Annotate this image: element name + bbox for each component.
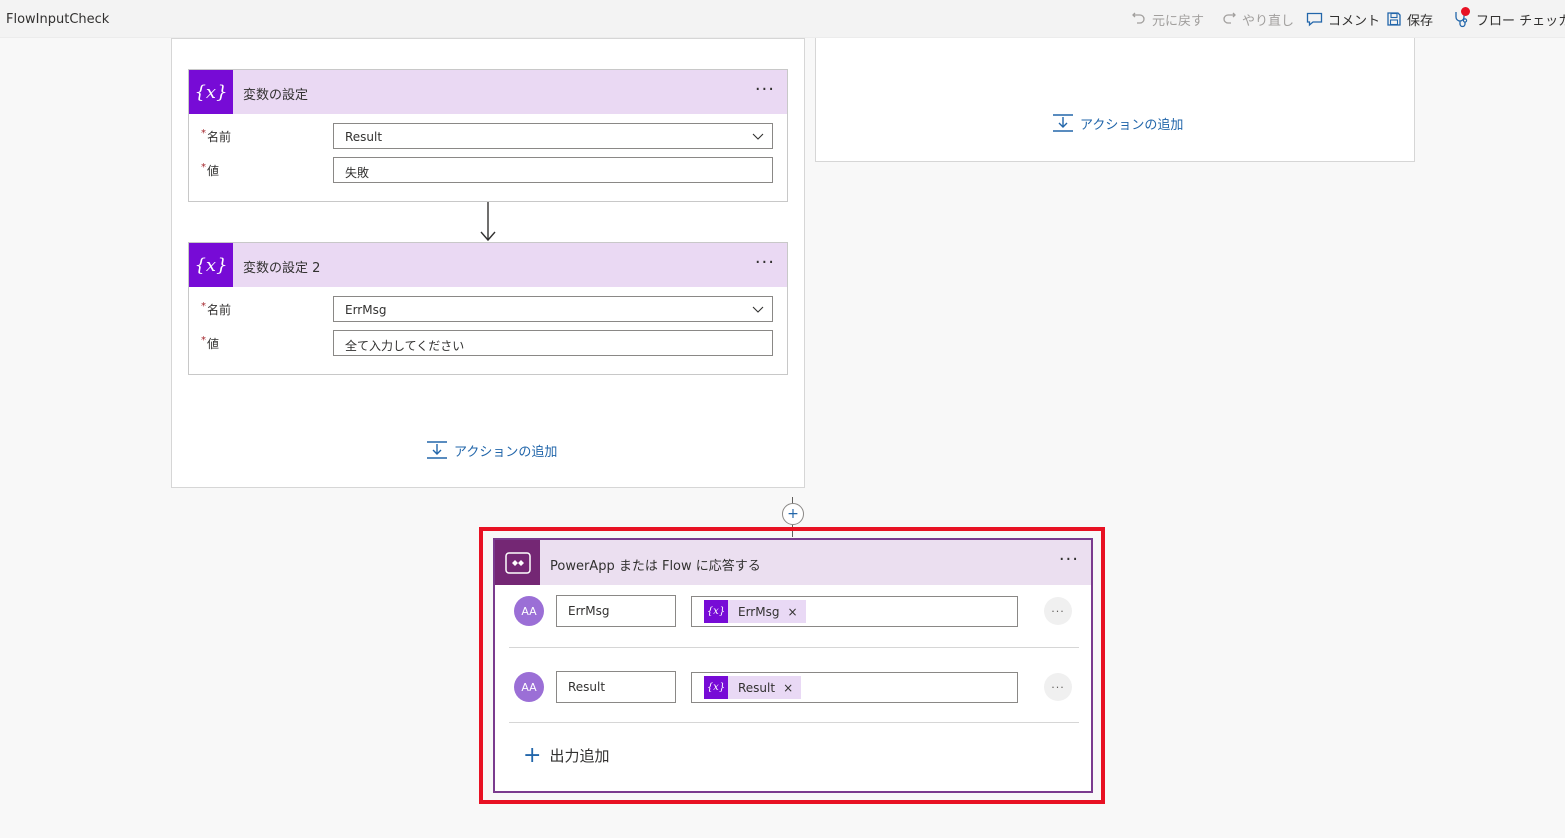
value-label: *値 [201, 335, 220, 351]
required-marker: * [201, 335, 206, 346]
respond-to-powerapp-card[interactable]: PowerApp または Flow に応答する ··· AA ErrMsg {x… [493, 538, 1093, 793]
variable-icon: {x} [189, 243, 233, 287]
more-options-button[interactable]: ··· [755, 253, 775, 273]
required-marker: * [201, 301, 206, 312]
row-divider [509, 647, 1079, 648]
add-output-button[interactable]: + 出力追加 [523, 742, 610, 768]
variable-icon: {x} [704, 600, 728, 623]
value-input-text: 全て入力してください [345, 339, 465, 353]
value-input-text: 失敗 [345, 166, 370, 180]
card-header[interactable]: PowerApp または Flow に応答する ··· [495, 540, 1091, 585]
app-title: FlowInputCheck [6, 12, 110, 27]
name-dropdown-value: ErrMsg [345, 303, 387, 317]
row-more-button[interactable]: ··· [1044, 597, 1072, 625]
redo-button[interactable]: やり直し [1221, 8, 1294, 30]
add-action-icon [427, 441, 447, 459]
token-label: ErrMsg [738, 604, 780, 619]
card-title: PowerApp または Flow に応答する [550, 559, 761, 574]
row-divider [509, 722, 1079, 723]
variable-icon: {x} [189, 70, 233, 114]
set-variable-2-card[interactable]: {x} 変数の設定 2 ··· *名前 ErrMsg *値 全て入力してください [188, 242, 788, 375]
right-branch-scope: アクションの追加 [815, 38, 1415, 162]
comment-label: コメント [1328, 13, 1381, 29]
chevron-down-icon [752, 133, 764, 140]
value-label: *値 [201, 162, 220, 178]
variable-icon: {x} [704, 676, 728, 699]
close-icon[interactable]: × [787, 605, 797, 619]
card-header[interactable]: {x} 変数の設定 ··· [189, 70, 787, 114]
add-output-label: 出力追加 [549, 747, 610, 765]
name-label: *名前 [201, 128, 232, 144]
add-action-label: アクションの追加 [454, 444, 558, 460]
output-name-input[interactable]: Result [556, 671, 676, 703]
output-row: AA Result {x} Result × ··· [509, 665, 1079, 709]
flow-checker-icon-wrap [1453, 7, 1471, 28]
name-dropdown-value: Result [345, 130, 383, 144]
close-icon[interactable]: × [783, 681, 793, 695]
text-type-icon: AA [514, 672, 544, 702]
error-badge-dot [1461, 7, 1470, 16]
flow-checker-button[interactable]: フロー チェッカー [1453, 7, 1565, 30]
add-action-icon [1053, 114, 1073, 132]
value-input[interactable]: 全て入力してください [333, 330, 773, 356]
output-value-input[interactable]: {x} Result × [691, 672, 1018, 703]
more-options-button[interactable]: ··· [755, 80, 775, 100]
save-icon [1387, 12, 1401, 26]
add-action-button-left[interactable]: アクションの追加 [426, 440, 557, 460]
set-variable-card[interactable]: {x} 変数の設定 ··· *名前 Result *値 失敗 [188, 69, 788, 202]
dynamic-content-token[interactable]: {x} Result × [704, 676, 802, 699]
undo-label: 元に戻す [1152, 13, 1205, 29]
name-dropdown[interactable]: Result [333, 123, 773, 149]
output-value-input[interactable]: {x} ErrMsg × [691, 596, 1018, 627]
left-branch-scope: {x} 変数の設定 ··· *名前 Result *値 失敗 {x} 変数の設定… [171, 38, 805, 488]
required-marker: * [201, 162, 206, 173]
output-row: AA ErrMsg {x} ErrMsg × ··· [509, 589, 1079, 633]
comment-button[interactable]: コメント [1306, 8, 1380, 30]
card-header[interactable]: {x} 変数の設定 2 ··· [189, 243, 787, 287]
more-options-button[interactable]: ··· [1059, 550, 1079, 570]
required-marker: * [201, 128, 206, 139]
value-input[interactable]: 失敗 [333, 157, 773, 183]
token-label: Result [738, 680, 776, 695]
undo-button[interactable]: 元に戻す [1131, 8, 1204, 30]
arrow-down-connector [480, 202, 496, 242]
card-title: 変数の設定 [243, 88, 309, 103]
insert-step-button[interactable]: + [782, 503, 804, 525]
text-type-icon: AA [514, 596, 544, 626]
plus-icon: + [523, 742, 542, 768]
undo-icon [1132, 12, 1145, 24]
top-bar: FlowInputCheck 元に戻す やり直し コメント 保存 フロー チェッ… [0, 0, 1565, 38]
redo-icon [1223, 12, 1236, 24]
save-button[interactable]: 保存 [1386, 8, 1433, 30]
redo-label: やり直し [1242, 13, 1295, 29]
name-label: *名前 [201, 301, 232, 317]
add-action-label: アクションの追加 [1080, 117, 1184, 133]
dynamic-content-token[interactable]: {x} ErrMsg × [704, 600, 806, 623]
flow-checker-label: フロー チェッカー [1476, 13, 1565, 29]
add-action-button-right[interactable]: アクションの追加 [1052, 113, 1183, 133]
comment-icon [1306, 12, 1323, 27]
card-title: 変数の設定 2 [243, 261, 321, 276]
output-name-input[interactable]: ErrMsg [556, 595, 676, 627]
name-dropdown[interactable]: ErrMsg [333, 296, 773, 322]
save-label: 保存 [1407, 13, 1434, 29]
chevron-down-icon [752, 306, 764, 313]
row-more-button[interactable]: ··· [1044, 673, 1072, 701]
powerapps-icon [495, 540, 540, 585]
